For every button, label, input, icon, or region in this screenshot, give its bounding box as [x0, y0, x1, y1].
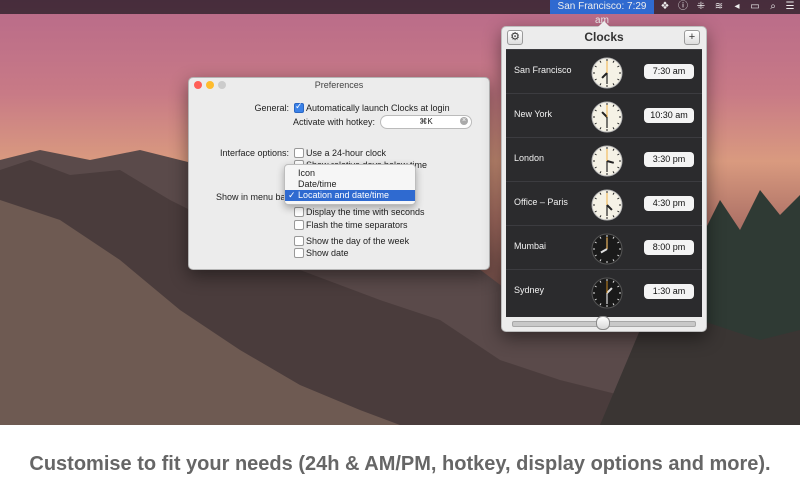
menu-bar: San Francisco: 7:29 am ❖ ⓘ ⁜ ≋ ◂ ▭ ⌕ ☰	[0, 0, 800, 26]
time-badge: 7:30 am	[644, 64, 694, 79]
clock-list: San Francisco 7:30 am New York 10:30 am Lond…	[506, 49, 702, 317]
city-name: Office – Paris	[514, 197, 568, 207]
clock-face-icon	[591, 189, 623, 221]
clock-row[interactable]: London 3:30 pm	[506, 137, 702, 182]
checkmark-icon: ✓	[288, 190, 296, 200]
time-badge: 8:00 pm	[644, 240, 694, 255]
flash-separators-checkbox[interactable]	[294, 220, 304, 230]
use-24h-label: Use a 24-hour clock	[306, 148, 387, 158]
dropdown-option-icon[interactable]: Icon	[285, 168, 415, 179]
clock-face-icon	[591, 57, 623, 89]
general-label: General:	[254, 103, 289, 113]
clock-face-icon	[591, 101, 623, 133]
time-badge: 10:30 am	[644, 108, 694, 123]
info-icon[interactable]: ⓘ	[677, 1, 689, 13]
show-date-checkbox[interactable]	[294, 248, 304, 258]
caption-area: Customise to fit your needs (24h & AM/PM…	[0, 425, 800, 500]
clock-face-icon	[591, 145, 623, 177]
show-date-label: Show date	[306, 248, 349, 258]
time-badge: 3:30 pm	[644, 152, 694, 167]
auto-launch-label: Automatically launch Clocks at login	[306, 103, 450, 113]
clock-row[interactable]: New York 10:30 am	[506, 93, 702, 138]
city-name: Mumbai	[514, 241, 547, 251]
time-badge: 1:30 am	[644, 284, 694, 299]
show-seconds-checkbox[interactable]	[294, 207, 304, 217]
dropbox-icon[interactable]: ❖	[659, 1, 671, 13]
plus-icon[interactable]: +	[684, 30, 700, 45]
clock-face-icon	[591, 277, 623, 309]
interface-options-label: Interface options:	[219, 148, 289, 158]
use-24h-checkbox[interactable]	[294, 148, 304, 158]
show-seconds-label: Display the time with seconds	[306, 207, 425, 217]
hotkey-label: Activate with hotkey:	[293, 117, 376, 127]
dropdown-option-label: Location and date/time	[298, 190, 390, 200]
clear-icon[interactable]: ×	[460, 117, 468, 125]
window-title: Preferences	[314, 80, 364, 90]
search-icon[interactable]: ⌕	[767, 1, 779, 13]
menubar-clock[interactable]: San Francisco: 7:29 am	[550, 0, 654, 26]
volume-icon[interactable]: ◂	[731, 1, 743, 13]
city-name: London	[514, 153, 545, 163]
city-name: Sydney	[514, 285, 545, 295]
dropdown-option-datetime[interactable]: Date/time	[285, 179, 415, 190]
time-slider-thumb[interactable]	[596, 316, 610, 330]
time-badge: 4:30 pm	[644, 196, 694, 211]
clocks-panel: ⚙ Clocks + San Francisco 7:30 am New York 1…	[501, 21, 707, 332]
clock-row[interactable]: San Francisco 7:30 am	[506, 49, 702, 94]
list-icon[interactable]: ☰	[784, 1, 796, 13]
flash-separators-label: Flash the time separators	[306, 220, 408, 230]
network-icon[interactable]: ⁜	[695, 1, 707, 13]
show-day-checkbox[interactable]	[294, 236, 304, 246]
clocks-header: ⚙ Clocks +	[502, 27, 706, 47]
display-icon[interactable]: ▭	[749, 1, 761, 13]
show-day-label: Show the day of the week	[306, 236, 410, 246]
city-name: New York	[514, 109, 553, 119]
hotkey-field[interactable]: ⌘K	[380, 115, 472, 129]
clock-face-icon	[591, 233, 623, 265]
city-name: San Francisco	[514, 65, 572, 75]
clocks-title: Clocks	[584, 30, 624, 44]
dropdown-option-location-datetime[interactable]: ✓ Location and date/time	[285, 190, 415, 201]
show-in-menubar-label: Show in menu bar:	[216, 192, 292, 202]
clock-row[interactable]: Sydney 1:30 am	[506, 269, 702, 314]
menubar-display-dropdown[interactable]: Icon Date/time ✓ Location and date/time	[284, 164, 416, 205]
clock-row[interactable]: Office – Paris 4:30 pm	[506, 181, 702, 226]
wifi-icon[interactable]: ≋	[713, 1, 725, 13]
caption-text: Customise to fit your needs (24h & AM/PM…	[29, 453, 771, 475]
auto-launch-checkbox[interactable]	[294, 101, 304, 113]
clock-row[interactable]: Mumbai 8:00 pm	[506, 225, 702, 270]
